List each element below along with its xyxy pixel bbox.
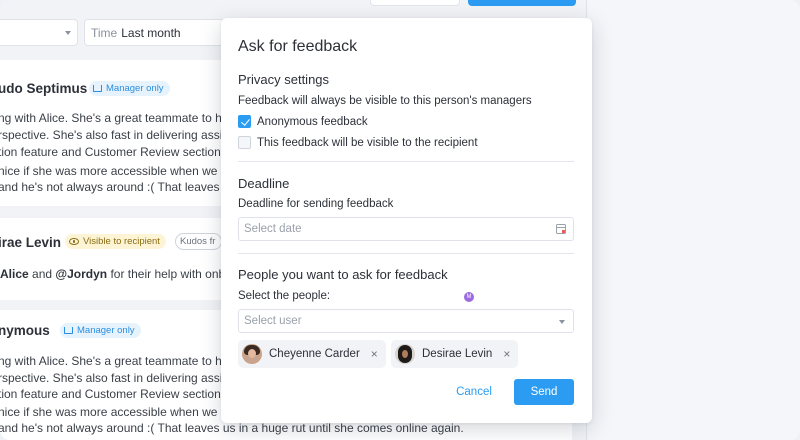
status-badge: Manager only — [60, 323, 141, 338]
crown-icon — [93, 85, 102, 92]
divider — [238, 253, 574, 254]
select-user-dropdown[interactable]: Select user — [238, 309, 574, 333]
feedback-body-line: nice if she was more accessible when we … — [0, 164, 228, 178]
feedback-author: udo Septimus — [0, 81, 88, 96]
status-badge: Manager only — [89, 81, 170, 96]
top-primary-button[interactable] — [468, 0, 576, 6]
selected-user-chip: Cheyenne Carder × — [238, 340, 386, 368]
time-filter[interactable]: Time Last month — [84, 19, 224, 46]
mention[interactable]: @Jordyn — [55, 267, 107, 281]
anonymous-label: Anonymous feedback — [257, 115, 368, 128]
status-badge-label: Visible to recipient — [83, 236, 160, 247]
anonymous-checkbox[interactable] — [238, 115, 251, 128]
visible-to-recipient-checkbox[interactable] — [238, 136, 251, 149]
divider — [238, 161, 574, 162]
mention[interactable]: Alice — [0, 267, 29, 281]
deadline-label: Deadline for sending feedback — [238, 198, 394, 210]
kudos-badge-label: Kudos fr — [180, 236, 216, 247]
feedback-body-line: and he's not always around :( That leave… — [0, 180, 230, 194]
remove-user-button[interactable]: × — [371, 347, 378, 361]
send-button[interactable]: Send — [514, 379, 574, 405]
remove-user-button[interactable]: × — [503, 347, 510, 361]
time-filter-key: Time — [91, 25, 118, 40]
ask-feedback-modal: Ask for feedback Privacy settings Feedba… — [221, 18, 592, 423]
modal-title: Ask for feedback — [238, 38, 358, 55]
kudos-badge: Kudos fr — [175, 233, 223, 250]
avatar — [242, 344, 262, 364]
visible-to-recipient-label: This feedback will be visible to the rec… — [257, 136, 478, 149]
people-heading: People you want to ask for feedback — [238, 267, 448, 282]
feedback-body-text: and — [28, 267, 56, 281]
avatar — [395, 344, 415, 364]
visible-to-recipient-option[interactable]: This feedback will be visible to the rec… — [238, 136, 478, 149]
chevron-down-icon — [559, 320, 565, 324]
right-pane — [586, 0, 800, 440]
anonymous-option[interactable]: Anonymous feedback — [238, 115, 368, 128]
deadline-date-placeholder: Select date — [244, 223, 302, 235]
chevron-down-icon — [65, 30, 71, 35]
feedback-body-line: rspective. She's also fast in delivering… — [0, 371, 230, 385]
selected-user-name: Desirae Levin — [422, 348, 493, 360]
feedback-body-line: ng with Alice. She's a great teammate to… — [0, 354, 229, 368]
feedback-body-line: rspective. She's also fast in delivering… — [0, 128, 230, 142]
crown-icon — [64, 327, 73, 334]
top-secondary-button[interactable] — [370, 0, 460, 6]
selected-user-chip: Desirae Levin × — [391, 340, 519, 368]
cursor-presence-icon: M — [464, 292, 474, 302]
status-badge-label: Manager only — [77, 325, 135, 336]
deadline-date-input[interactable]: Select date — [238, 217, 574, 241]
select-user-placeholder: Select user — [244, 315, 302, 327]
feedback-author: nymous — [0, 323, 50, 338]
people-label: Select the people: — [238, 290, 331, 302]
cancel-button[interactable]: Cancel — [439, 379, 509, 405]
filter-select[interactable] — [0, 19, 78, 46]
feedback-body-text: for their help with onbo — [107, 267, 232, 281]
privacy-heading: Privacy settings — [238, 72, 330, 87]
privacy-note: Feedback will always be visible to this … — [238, 95, 532, 107]
deadline-heading: Deadline — [238, 176, 290, 191]
eye-icon — [69, 238, 79, 245]
feedback-body-line: Alice and @Jordyn for their help with on… — [0, 266, 232, 283]
time-filter-value: Last month — [121, 25, 181, 40]
feedback-body-line: nice if she was more accessible when we … — [0, 405, 228, 419]
selected-user-name: Cheyenne Carder — [269, 348, 360, 360]
feedback-body-line: ng with Alice. She's a great teammate to… — [0, 111, 229, 125]
feedback-body-line: tion feature and Customer Review section… — [0, 145, 228, 159]
calendar-icon[interactable] — [556, 224, 566, 234]
status-badge-label: Manager only — [106, 83, 164, 94]
feedback-body-line: tion feature and Customer Review section… — [0, 387, 228, 401]
feedback-author: irae Levin — [0, 235, 62, 250]
status-badge: Visible to recipient — [65, 234, 166, 249]
app-frame: Time Last month udo Septimus Manager onl… — [0, 0, 800, 440]
